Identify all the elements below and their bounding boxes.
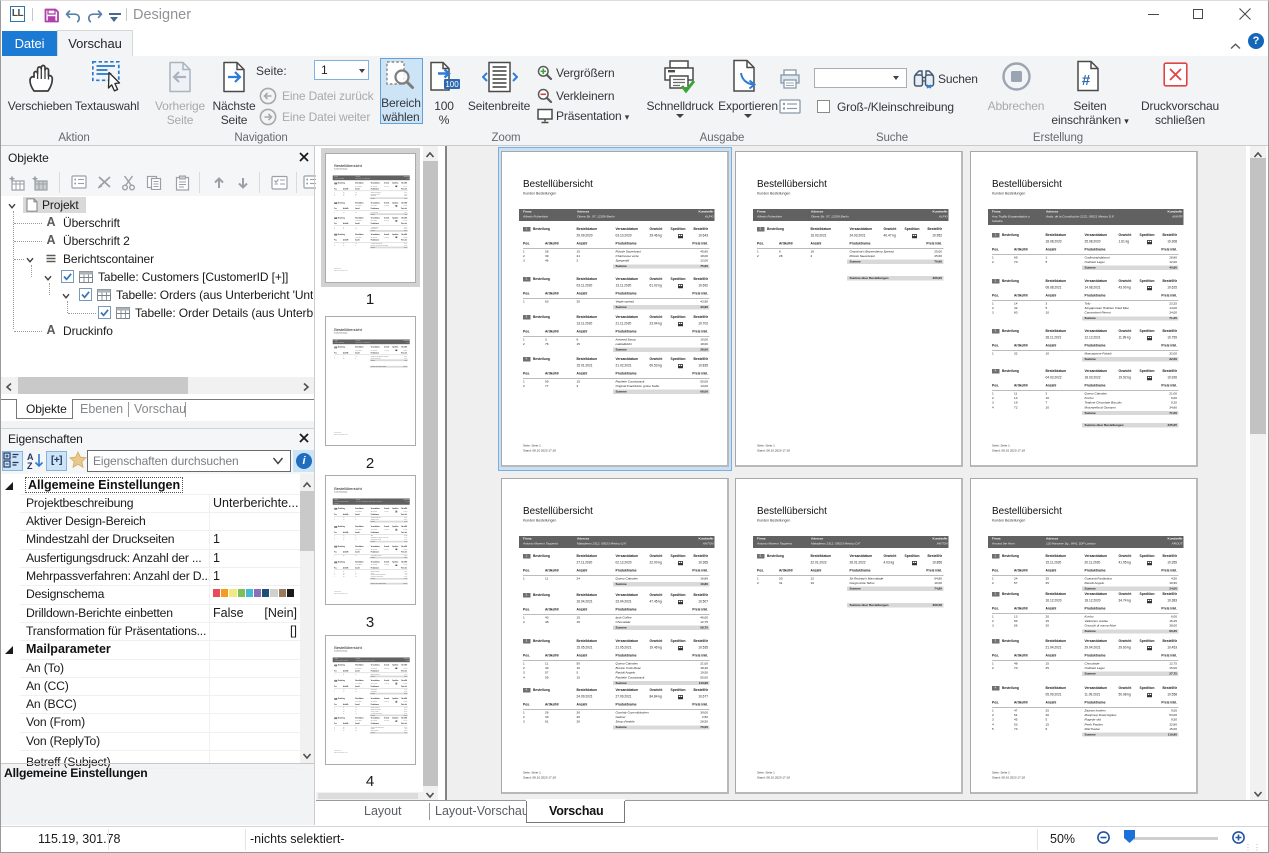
svg-text:#: # (1082, 72, 1091, 89)
svg-text:Z: Z (27, 461, 33, 470)
svg-text:100: 100 (445, 80, 459, 89)
